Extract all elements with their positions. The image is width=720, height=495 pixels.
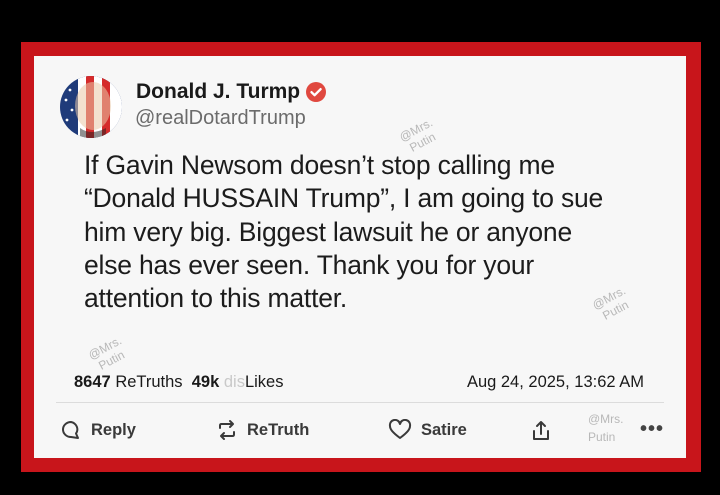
likes-label[interactable]: Likes <box>245 373 284 391</box>
retruths-label[interactable]: ReTruths <box>115 373 182 391</box>
timestamp[interactable]: Aug 24, 2025, 13:62 AM <box>467 373 644 392</box>
reply-button[interactable]: Reply <box>60 419 136 441</box>
post-body-line: “Donald HUSSAIN Trump”, I am going to su… <box>84 183 604 214</box>
reply-label: Reply <box>91 420 136 439</box>
satire-label: Satire <box>421 420 467 439</box>
avatar[interactable] <box>60 76 122 138</box>
satire-button[interactable]: Satire <box>388 419 467 441</box>
heart-icon <box>388 419 412 441</box>
post-body-line: him very big. Biggest lawsuit he or anyo… <box>84 216 572 247</box>
retruth-button[interactable]: ReTruth <box>216 419 309 441</box>
watermark-line: @Mrs. <box>588 412 624 426</box>
share-button[interactable] <box>531 419 551 443</box>
more-icon[interactable]: ••• <box>640 418 664 441</box>
retruth-label: ReTruth <box>247 420 310 439</box>
handle[interactable]: @realDotardTrump <box>135 107 306 130</box>
post-body: If Gavin Newsom doesn’t stop calling me … <box>84 149 684 315</box>
likes-count: 49k <box>191 373 220 391</box>
likes-prefix: dis <box>223 373 245 391</box>
share-icon <box>531 419 551 443</box>
display-name[interactable]: Donald J. Turmp <box>136 80 327 104</box>
watermark: @Mrs. Putin <box>588 412 624 444</box>
retruths-count: 8647 <box>74 373 111 391</box>
post-stats: 8647 ReTruths 49k disLikes <box>74 373 283 392</box>
divider <box>56 402 664 403</box>
reply-icon <box>60 419 82 441</box>
watermark-line: Putin <box>588 430 616 444</box>
verified-icon <box>306 82 327 102</box>
display-name-text: Donald J. Turmp <box>136 80 301 103</box>
post-body-line: If Gavin Newsom doesn’t stop calling me <box>84 150 555 180</box>
retruth-icon <box>216 419 238 441</box>
post-body-line: else has ever seen. Thank you for your <box>84 249 535 280</box>
